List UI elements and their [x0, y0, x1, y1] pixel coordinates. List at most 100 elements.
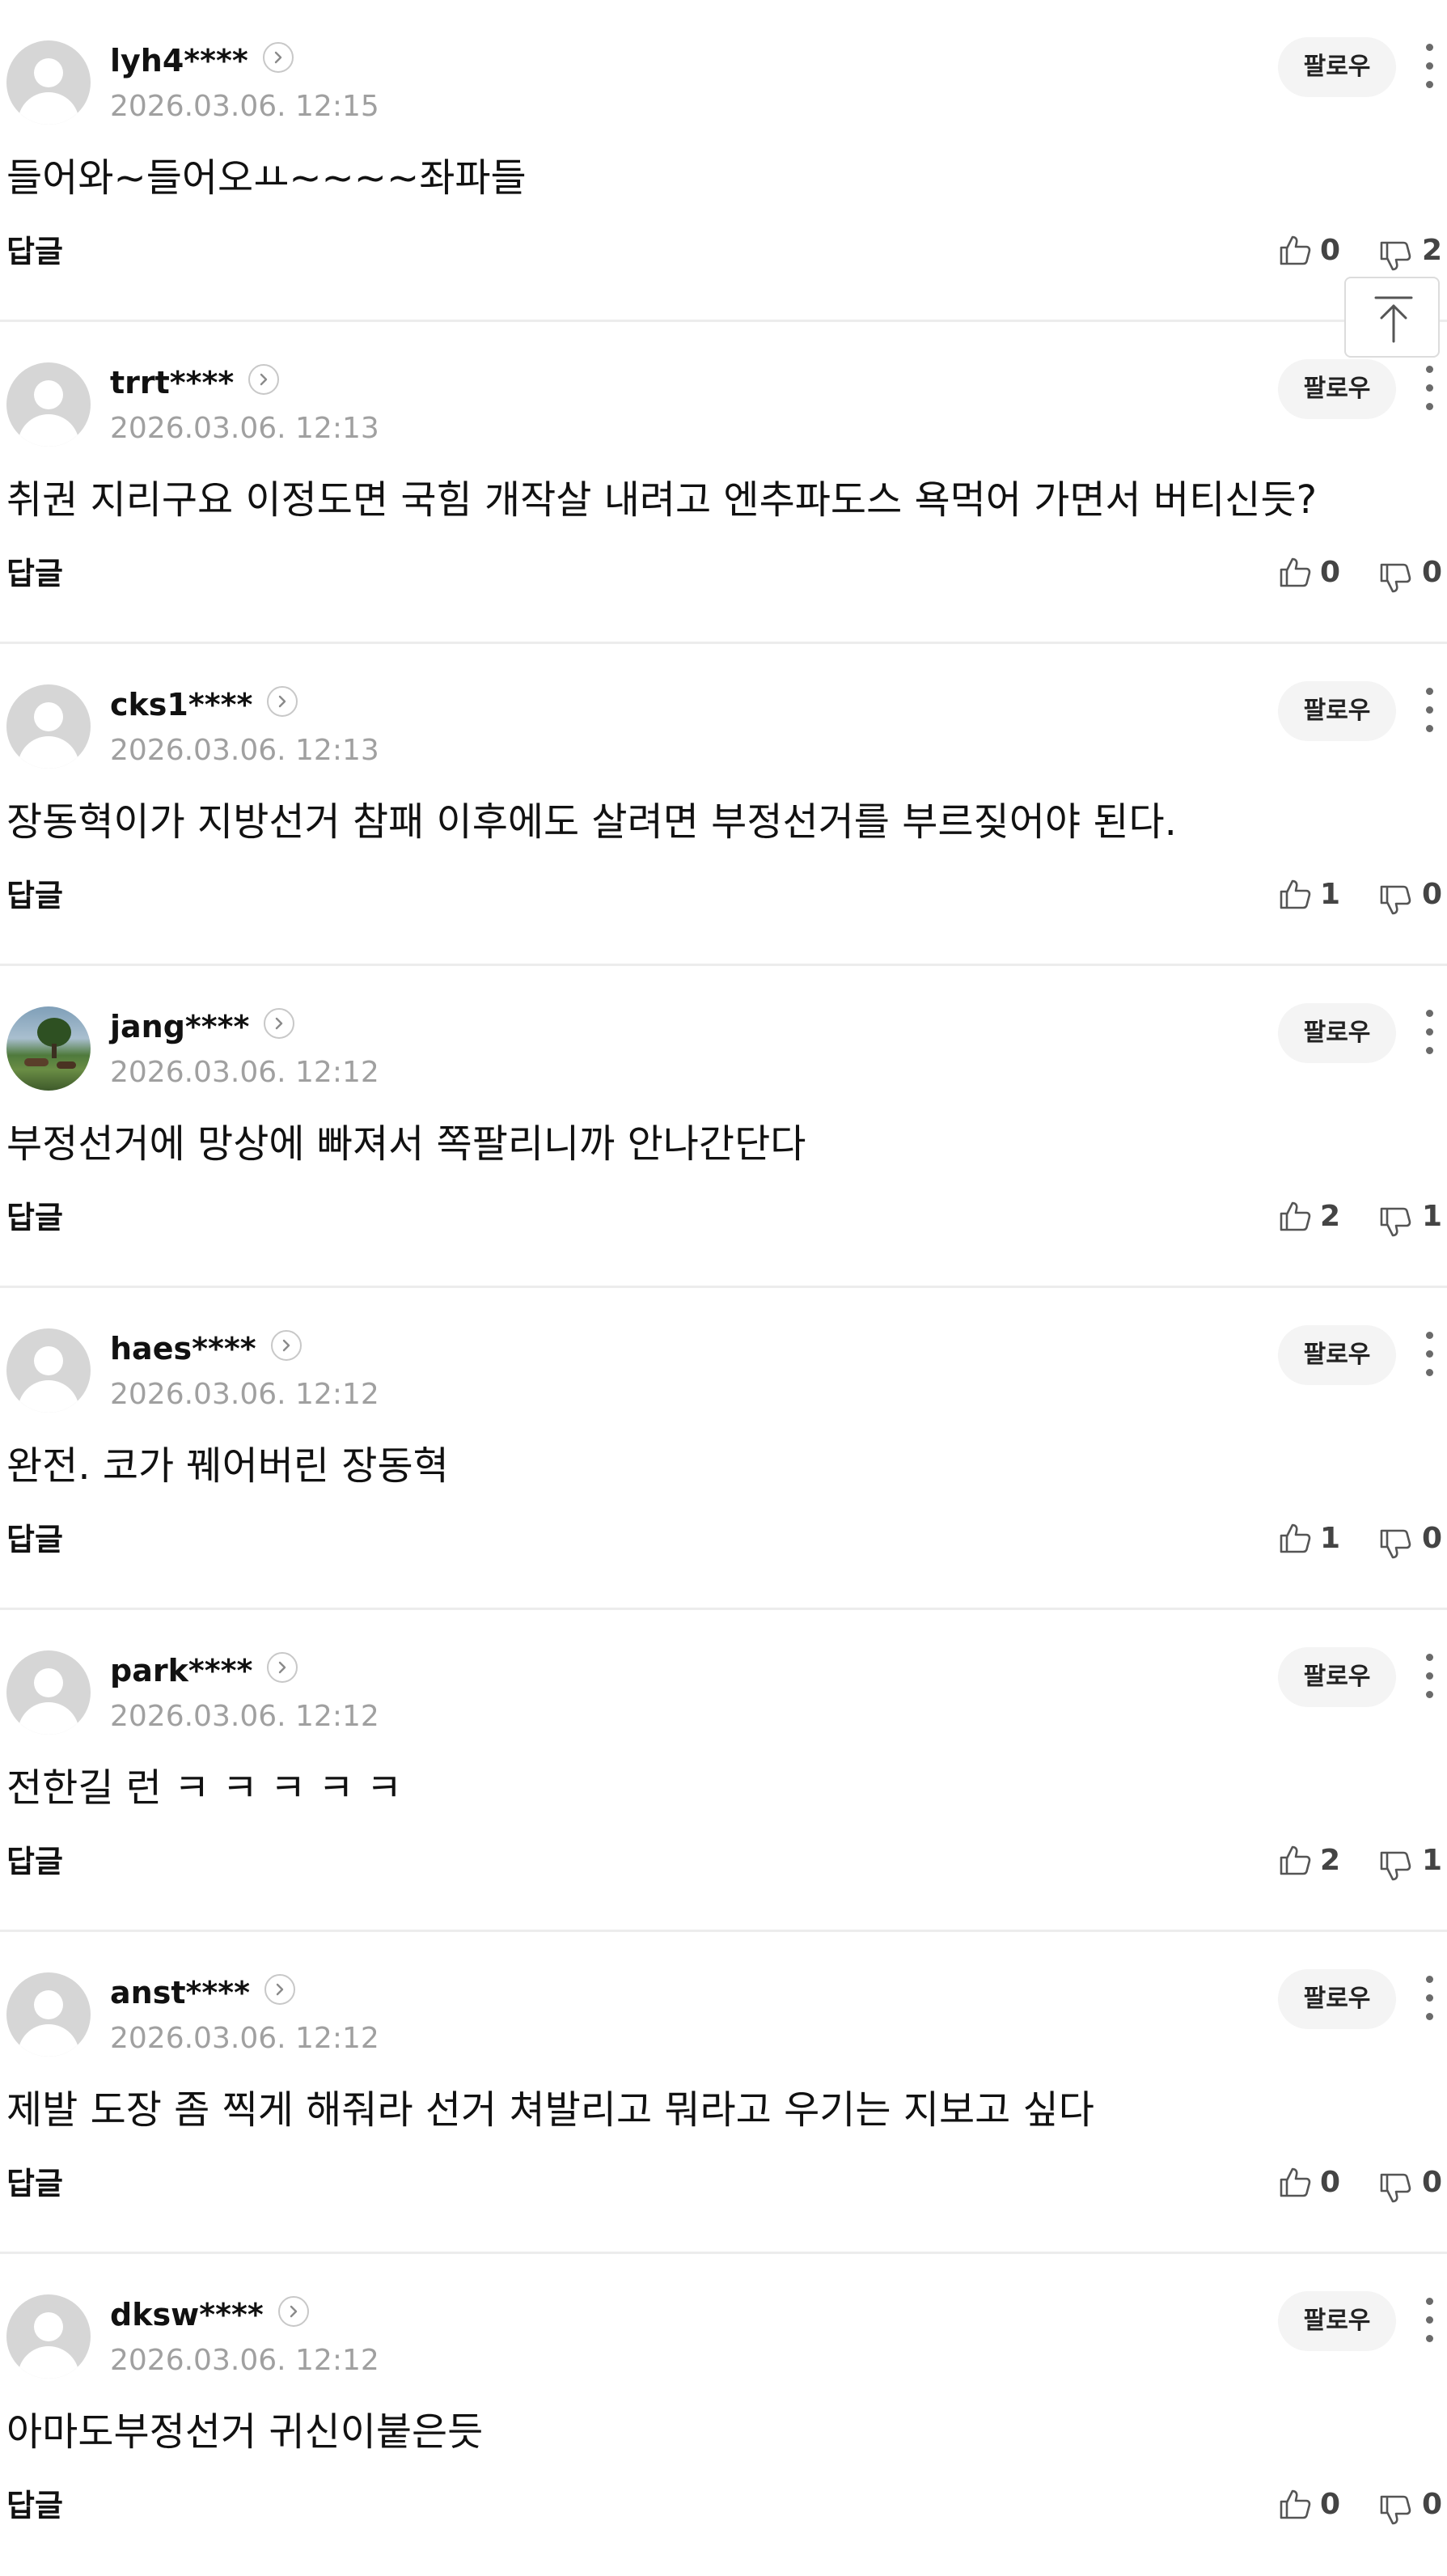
avatar[interactable]	[6, 1650, 91, 1735]
like-count: 0	[1320, 2166, 1341, 2199]
comment-nickname[interactable]: dksw****	[110, 2294, 264, 2335]
profile-chevron-icon[interactable]	[264, 1974, 295, 2005]
thumbs-up-icon[interactable]	[1278, 555, 1312, 589]
comment-nickname[interactable]: jang****	[110, 1006, 249, 1047]
reply-button[interactable]: 답글	[6, 875, 63, 916]
thumbs-up-icon[interactable]	[1278, 1843, 1312, 1877]
avatar[interactable]	[6, 1006, 91, 1091]
thumbs-down-icon[interactable]	[1378, 2493, 1412, 2527]
reply-button[interactable]: 답글	[6, 231, 63, 272]
profile-chevron-icon[interactable]	[271, 1330, 302, 1361]
comment-content: 완전. 코가 꿰어버린 장동혁	[6, 1443, 449, 1489]
follow-button[interactable]: 팔로우	[1278, 37, 1396, 97]
more-options-icon[interactable]	[1417, 1974, 1441, 2023]
comment-content: 들어와~들어오ㅛ~~~~좌파들	[6, 155, 527, 201]
reply-button[interactable]: 답글	[6, 1519, 63, 1560]
comment-timestamp: 2026.03.06. 12:13	[110, 734, 379, 767]
like-count: 0	[1320, 234, 1341, 267]
more-options-icon[interactable]	[1417, 42, 1441, 91]
dislike-count: 0	[1422, 2166, 1443, 2199]
comment-nickname[interactable]: anst****	[110, 1972, 250, 2013]
comment-item: park**** 2026.03.06. 12:12 팔로우전한길 런 ㅋ ㅋ ㅋ …	[0, 1610, 1447, 1932]
thumbs-down-icon[interactable]	[1378, 561, 1412, 595]
comment-content: 취권 지리구요 이정도면 국힘 개작살 내려고 엔추파도스 욕먹어 가면서 버티…	[6, 477, 1318, 523]
avatar[interactable]	[6, 1972, 91, 2057]
scroll-to-top-button[interactable]	[1344, 277, 1440, 358]
comment-timestamp: 2026.03.06. 12:12	[110, 1056, 379, 1089]
comment-content: 부정선거에 망상에 빠져서 쪽팔리니까 안나간단다	[6, 1121, 806, 1167]
comment-item: dksw**** 2026.03.06. 12:12 팔로우 아마도부정선거 귀신이붙…	[0, 2254, 1447, 2576]
comment-item: jang**** 2026.03.06. 12:12 팔로우부정선거에 망상에 빠져…	[0, 966, 1447, 1288]
profile-chevron-icon[interactable]	[267, 686, 298, 717]
follow-button[interactable]: 팔로우	[1278, 681, 1396, 741]
more-options-icon[interactable]	[1417, 686, 1441, 735]
comment-nickname[interactable]: trrt****	[110, 362, 234, 403]
profile-chevron-icon[interactable]	[278, 2296, 309, 2327]
follow-button[interactable]: 팔로우	[1278, 1003, 1396, 1063]
comment-content: 제발 도장 좀 찍게 해줘라 선거 쳐발리고 뭐라고 우기는 지보고 싶다	[6, 2087, 1094, 2133]
dislike-count: 1	[1422, 1200, 1443, 1233]
dislike-count: 0	[1422, 878, 1443, 911]
comment-item: haes**** 2026.03.06. 12:12 팔로우완전. 코가 꿰어버린 …	[0, 1288, 1447, 1610]
more-options-icon[interactable]	[1417, 364, 1441, 413]
comment-item: trrt**** 2026.03.06. 12:13 팔로우취권 지리구요 이정도면…	[0, 322, 1447, 644]
like-count: 1	[1320, 1522, 1341, 1555]
comment-timestamp: 2026.03.06. 12:12	[110, 1700, 379, 1733]
reply-button[interactable]: 답글	[6, 2163, 63, 2204]
follow-button[interactable]: 팔로우	[1278, 1647, 1396, 1707]
comment-content: 장동혁이가 지방선거 참패 이후에도 살려면 부정선거를 부르짖어야 된다.	[6, 799, 1177, 845]
follow-button[interactable]: 팔로우	[1278, 2291, 1396, 2351]
comment-nickname[interactable]: park****	[110, 1650, 252, 1691]
comment-item: lyh4**** 2026.03.06. 12:15 팔로우들어와~들어오ㅛ~~~~…	[0, 0, 1447, 322]
like-count: 2	[1320, 1844, 1341, 1877]
more-options-icon[interactable]	[1417, 1652, 1441, 1701]
thumbs-up-icon[interactable]	[1278, 1199, 1312, 1233]
reply-button[interactable]: 답글	[6, 1197, 63, 1238]
comment-timestamp: 2026.03.06. 12:15	[110, 90, 379, 123]
dislike-count: 0	[1422, 2488, 1443, 2521]
profile-chevron-icon[interactable]	[264, 1008, 294, 1039]
thumbs-up-icon[interactable]	[1278, 1521, 1312, 1555]
dislike-count: 0	[1422, 556, 1443, 589]
thumbs-up-icon[interactable]	[1278, 877, 1312, 911]
comment-nickname[interactable]: haes****	[110, 1328, 256, 1369]
more-options-icon[interactable]	[1417, 2296, 1441, 2345]
comment-nickname[interactable]: cks1****	[110, 684, 252, 725]
follow-button[interactable]: 팔로우	[1278, 1969, 1396, 2029]
follow-button[interactable]: 팔로우	[1278, 1325, 1396, 1385]
thumbs-up-icon[interactable]	[1278, 233, 1312, 267]
comment-list: lyh4**** 2026.03.06. 12:15 팔로우 들어와~들어오ㅛ~~~~…	[0, 0, 1447, 2576]
comment-nickname[interactable]: lyh4****	[110, 40, 248, 81]
thumbs-down-icon[interactable]	[1378, 1205, 1412, 1239]
like-count: 0	[1320, 556, 1341, 589]
avatar[interactable]	[6, 1328, 91, 1413]
reply-button[interactable]: 답글	[6, 553, 63, 594]
dislike-count: 2	[1422, 234, 1443, 267]
reply-button[interactable]: 답글	[6, 2485, 63, 2526]
thumbs-down-icon[interactable]	[1378, 239, 1412, 273]
thumbs-up-icon[interactable]	[1278, 2487, 1312, 2521]
thumbs-down-icon[interactable]	[1378, 2171, 1412, 2205]
comment-item: cks1**** 2026.03.06. 12:13 팔로우장동혁이가 지방선거 참…	[0, 644, 1447, 966]
thumbs-up-icon[interactable]	[1278, 2165, 1312, 2199]
thumbs-down-icon[interactable]	[1378, 1527, 1412, 1561]
comment-timestamp: 2026.03.06. 12:12	[110, 1378, 379, 1411]
avatar[interactable]	[6, 2294, 91, 2379]
more-options-icon[interactable]	[1417, 1008, 1441, 1057]
profile-chevron-icon[interactable]	[267, 1652, 298, 1683]
avatar[interactable]	[6, 362, 91, 447]
like-count: 1	[1320, 878, 1341, 911]
avatar[interactable]	[6, 684, 91, 769]
follow-button[interactable]: 팔로우	[1278, 359, 1396, 419]
comment-content: 전한길 런 ㅋ ㅋ ㅋ ㅋ ㅋ	[6, 1765, 402, 1811]
profile-chevron-icon[interactable]	[263, 42, 294, 73]
like-count: 2	[1320, 1200, 1341, 1233]
thumbs-down-icon[interactable]	[1378, 1849, 1412, 1883]
reply-button[interactable]: 답글	[6, 1841, 63, 1882]
thumbs-down-icon[interactable]	[1378, 883, 1412, 917]
profile-chevron-icon[interactable]	[248, 364, 279, 395]
avatar[interactable]	[6, 40, 91, 125]
more-options-icon[interactable]	[1417, 1330, 1441, 1379]
comment-timestamp: 2026.03.06. 12:13	[110, 412, 379, 445]
comment-content: 아마도부정선거 귀신이붙은듯	[6, 2409, 484, 2455]
